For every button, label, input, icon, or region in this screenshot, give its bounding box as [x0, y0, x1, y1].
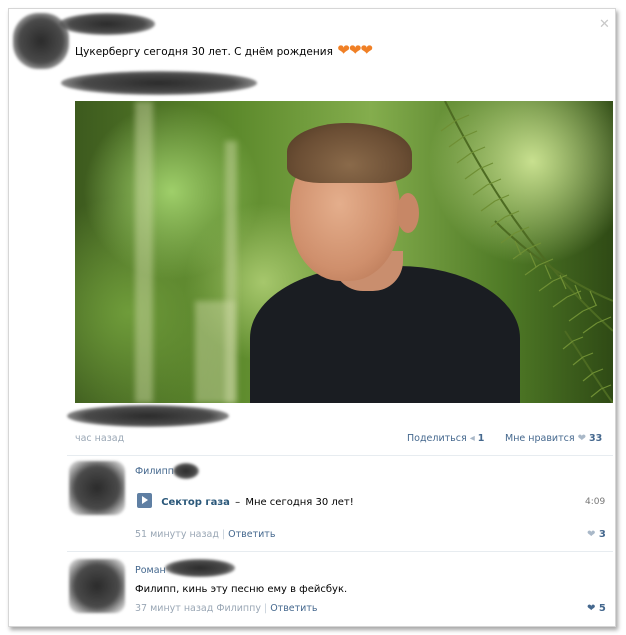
post-text-line: Цукербергу сегодня 30 лет. С днём рожден…: [75, 41, 373, 59]
comment-author[interactable]: Роман: [135, 565, 166, 576]
meta-divider: |: [221, 529, 226, 540]
share-count: 1: [477, 433, 485, 444]
comment-like-button[interactable]: ❤ 5: [587, 603, 606, 614]
comment-surname-censored: [165, 559, 235, 577]
comment-meta: 51 минуту назад | Ответить: [135, 529, 275, 540]
post-time[interactable]: час назад: [75, 433, 124, 444]
photo-bg-trunk: [135, 101, 153, 403]
comment-avatar-censored: [69, 461, 125, 515]
like-button[interactable]: Мне нравится ❤ 33: [505, 433, 602, 444]
repost-source-censored: [61, 71, 257, 95]
divider: [67, 455, 613, 456]
comment-like-count: 5: [598, 603, 606, 614]
heart-icon: ❤: [577, 433, 587, 444]
audio-title: Мне сегодня 30 лет!: [245, 497, 354, 508]
post-text: Цукербергу сегодня 30 лет. С днём рожден…: [75, 46, 333, 58]
comment-time[interactable]: 37 минут назад Филиппу: [135, 603, 261, 614]
comment-text: Филипп, кинь эту песню ему в фейсбук.: [135, 584, 348, 595]
comment-like-button[interactable]: ❤ 3: [587, 529, 606, 540]
heart-icon: ❤: [587, 529, 596, 540]
like-label: Мне нравится: [505, 433, 575, 444]
comment-avatar-censored: [69, 559, 125, 613]
close-icon[interactable]: ✕: [599, 17, 610, 32]
heart-icon: ❤: [587, 603, 596, 614]
play-icon[interactable]: [137, 493, 152, 508]
comment-author[interactable]: Филипп: [135, 466, 174, 477]
photo-pine-branch: [440, 101, 613, 403]
comment-like-count: 3: [598, 529, 606, 540]
audio-dash: –: [235, 497, 241, 508]
audio-duration: 4:09: [585, 497, 606, 507]
comment-meta: 37 минут назад Филиппу | Ответить: [135, 603, 317, 614]
share-label: Поделиться: [407, 433, 467, 444]
share-button[interactable]: Поделиться ◂ 1: [407, 433, 484, 444]
photo-hair: [287, 123, 412, 183]
reply-button[interactable]: Ответить: [270, 603, 317, 614]
audio-artist[interactable]: Сектор газа: [161, 497, 230, 508]
audio-attachment: Сектор газа – Мне сегодня 30 лет!: [137, 493, 354, 508]
comment-surname-censored: [173, 463, 199, 479]
post-photo[interactable]: [75, 101, 613, 403]
author-name-censored: [59, 13, 155, 35]
reply-button[interactable]: Ответить: [228, 529, 275, 540]
like-count: 33: [589, 433, 603, 444]
divider: [67, 551, 613, 552]
comment-time[interactable]: 51 минуту назад: [135, 529, 219, 540]
caption-censored: [67, 405, 229, 427]
heart-emoji: ❤❤❤: [337, 41, 373, 59]
photo-bg-trunk: [195, 301, 235, 403]
photo-ear: [397, 193, 419, 233]
wall-post-card: ✕ Цукербергу сегодня 30 лет. С днём рожд…: [8, 8, 616, 627]
meta-divider: |: [263, 603, 268, 614]
megaphone-icon: ◂: [469, 433, 475, 444]
